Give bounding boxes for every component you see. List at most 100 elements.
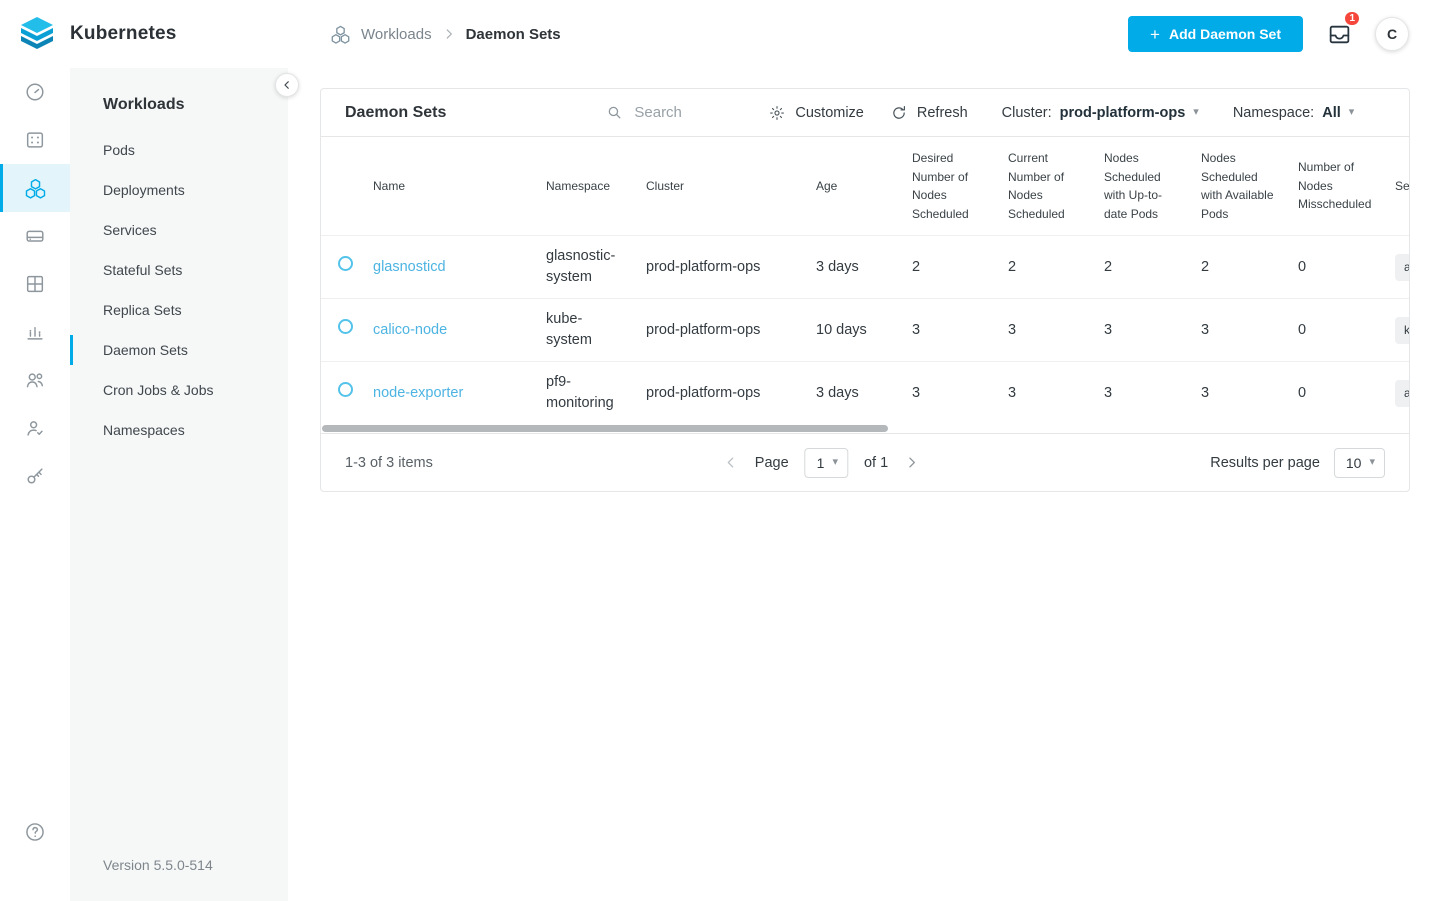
brand-header: Kubernetes: [0, 0, 288, 68]
page-select[interactable]: 1 ▾: [804, 447, 848, 478]
rail-item-storage[interactable]: [0, 212, 70, 260]
column-header-desired-nodes: Desired Number of Nodes Scheduled: [912, 151, 969, 221]
cubes-icon: [330, 24, 351, 45]
notifications-button[interactable]: 1: [1322, 10, 1361, 50]
sidebar-item-daemon-sets[interactable]: Daemon Sets: [70, 330, 288, 370]
rail-item-monitoring[interactable]: [0, 308, 70, 356]
refresh-button[interactable]: Refresh: [890, 104, 968, 122]
user-avatar[interactable]: C: [1375, 17, 1409, 51]
tenants-icon: [24, 417, 46, 439]
rail-item-workloads[interactable]: [0, 164, 70, 212]
page-of-label: of 1: [863, 454, 889, 471]
sidebar-item-label: Daemon Sets: [103, 342, 188, 358]
results-per-page: Results per page 10 ▾: [1210, 447, 1385, 478]
cell-namespace: pf9-monitoring: [534, 361, 634, 425]
rail-spacer: [0, 500, 70, 821]
selector-chip: a: [1395, 379, 1409, 408]
search-icon: [606, 104, 623, 121]
namespace-filter-label: Namespace:: [1232, 104, 1315, 121]
results-per-page-select[interactable]: 10 ▾: [1333, 447, 1385, 478]
cell-uptodate: 3: [1092, 361, 1189, 425]
rail-item-tenants[interactable]: [0, 404, 70, 452]
cell-age: 3 days: [804, 361, 900, 425]
workloads-icon: [24, 177, 47, 200]
sidebar-item-cron-jobs[interactable]: Cron Jobs & Jobs: [70, 370, 288, 410]
header-select-all: [321, 137, 361, 236]
cell-available: 3: [1189, 298, 1286, 362]
add-daemon-set-button[interactable]: + Add Daemon Set: [1128, 16, 1303, 52]
sidebar-collapse-button[interactable]: [275, 73, 299, 97]
nav-rail: [0, 68, 70, 901]
content-area: Daemon Sets Customize: [288, 68, 1440, 901]
daemonset-name-link[interactable]: glasnosticd: [373, 259, 446, 275]
cell-cluster: prod-platform-ops: [634, 235, 804, 299]
sidebar-item-deployments[interactable]: Deployments: [70, 170, 288, 210]
table-row: glasnosticd glasnostic-system prod-platf…: [321, 235, 1409, 299]
sidebar-item-label: Stateful Sets: [103, 262, 183, 278]
apps-icon: [24, 273, 46, 295]
cell-available: 2: [1189, 235, 1286, 299]
cell-misscheduled: 0: [1286, 235, 1383, 299]
horizontal-scrollbar-thumb[interactable]: [322, 425, 888, 433]
sidebar-item-services[interactable]: Services: [70, 210, 288, 250]
refresh-label: Refresh: [916, 104, 968, 121]
rail-item-api-access[interactable]: [0, 452, 70, 500]
cell-misscheduled: 0: [1286, 361, 1383, 425]
rail-item-users[interactable]: [0, 356, 70, 404]
results-per-page-label: Results per page: [1210, 454, 1320, 471]
namespace-filter-dropdown[interactable]: Namespace: All ▾: [1233, 105, 1354, 121]
column-header-selectors: Se: [1395, 178, 1409, 193]
cell-age: 3 days: [804, 235, 900, 299]
main-area: Workloads Daemon Sets + Add Daemon Set 1: [288, 0, 1440, 901]
previous-page-button[interactable]: [724, 455, 739, 470]
rail-item-apps[interactable]: [0, 260, 70, 308]
next-page-button[interactable]: [904, 455, 919, 470]
column-header-misscheduled: Number of Nodes Misscheduled: [1298, 160, 1372, 212]
sidebar-item-replica-sets[interactable]: Replica Sets: [70, 290, 288, 330]
rail-item-help[interactable]: [0, 821, 70, 901]
sidebar-item-label: Namespaces: [103, 422, 185, 438]
cell-namespace: glasnostic-system: [534, 235, 634, 299]
cluster-filter-value: prod-platform-ops: [1059, 104, 1186, 121]
customize-label: Customize: [795, 104, 864, 121]
cluster-filter-dropdown[interactable]: Cluster: prod-platform-ops ▾: [1002, 105, 1199, 121]
cell-desired: 2: [900, 235, 996, 299]
daemonset-name-link[interactable]: calico-node: [373, 322, 447, 338]
row-checkbox[interactable]: [338, 256, 353, 272]
row-checkbox[interactable]: [338, 319, 353, 335]
nodes-icon: [24, 129, 46, 151]
gear-icon: [768, 104, 786, 122]
sidebar-item-pods[interactable]: Pods: [70, 130, 288, 170]
avatar-initial: C: [1386, 26, 1398, 42]
chevron-down-icon: ▾: [1193, 106, 1199, 118]
customize-button[interactable]: Customize: [768, 104, 864, 122]
daemon-sets-table: Name Namespace Cluster Age Desired Numbe…: [321, 137, 1409, 425]
monitoring-icon: [24, 321, 46, 343]
dashboard-icon: [24, 81, 46, 103]
breadcrumb-workloads[interactable]: Workloads: [361, 26, 432, 43]
notification-badge: 1: [1343, 10, 1361, 27]
cell-available: 3: [1189, 361, 1286, 425]
rail-item-dashboard[interactable]: [0, 68, 70, 116]
version-label: Version 5.5.0-514: [103, 857, 213, 873]
selector-chip: k: [1395, 316, 1409, 345]
rail-item-nodes[interactable]: [0, 116, 70, 164]
kubernetes-logo-icon: [16, 14, 58, 54]
column-header-namespace: Namespace: [546, 178, 611, 193]
pagination-bar: 1-3 of 3 items Page 1 ▾ of 1 Results per…: [321, 433, 1409, 491]
row-checkbox[interactable]: [338, 382, 353, 398]
search-input[interactable]: [632, 103, 743, 122]
sidebar-item-namespaces[interactable]: Namespaces: [70, 410, 288, 450]
sidebar-item-label: Services: [103, 222, 157, 238]
sidebar-item-label: Pods: [103, 142, 135, 158]
cell-desired: 3: [900, 361, 996, 425]
namespace-filter-value: All: [1322, 104, 1341, 121]
refresh-icon: [890, 104, 908, 122]
sidebar-heading: Workloads: [103, 96, 185, 113]
breadcrumb: Workloads Daemon Sets: [330, 24, 561, 45]
daemonset-name-link[interactable]: node-exporter: [373, 385, 463, 401]
sidebar-item-stateful-sets[interactable]: Stateful Sets: [70, 250, 288, 290]
cell-current: 3: [996, 298, 1092, 362]
table-row: calico-node kube-system prod-platform-op…: [321, 298, 1409, 362]
cell-namespace: kube-system: [534, 298, 634, 362]
